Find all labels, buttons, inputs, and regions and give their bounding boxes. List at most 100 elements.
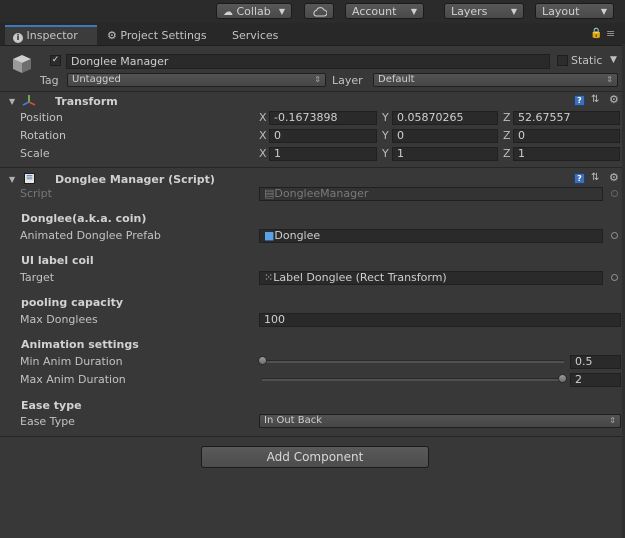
top-toolbar: ☁ Collab ▼ Account ▼ Layers ▼ Layout ▼	[0, 0, 625, 23]
layer-label: Layer	[332, 74, 363, 87]
object-picker-icon	[611, 190, 618, 197]
chevron-down-icon[interactable]: ▼	[610, 55, 617, 65]
section-header: UI label coil	[21, 254, 94, 267]
help-icon[interactable]: ?	[574, 95, 585, 106]
updown-arrows-icon: ⇕	[606, 75, 613, 84]
animated-prefab-field[interactable]: ■Donglee	[259, 229, 603, 243]
target-field[interactable]: ⁙Label Donglee (Rect Transform)	[259, 271, 603, 285]
add-component-button[interactable]: Add Component	[201, 446, 429, 468]
cloud-button[interactable]	[304, 3, 334, 19]
tag-value: Untagged	[72, 74, 121, 85]
ease-type-value: In Out Back	[264, 415, 323, 426]
gear-icon[interactable]: ⚙	[609, 171, 619, 184]
max-anim-duration-field[interactable]: 2	[570, 373, 621, 387]
script-component-title[interactable]: Donglee Manager (Script)	[55, 173, 215, 186]
min-anim-duration-slider-thumb[interactable]	[258, 356, 267, 365]
layer-dropdown[interactable]: Default ⇕	[373, 73, 618, 87]
rotation-y-field[interactable]: 0	[392, 129, 498, 143]
object-name-field[interactable]: Donglee Manager	[66, 54, 550, 69]
layout-dropdown[interactable]: Layout ▼	[535, 3, 614, 19]
position-z-field[interactable]: 52.67557	[513, 111, 620, 125]
rotation-z-field[interactable]: 0	[513, 129, 620, 143]
y-axis-label[interactable]: Y	[382, 111, 389, 124]
cloud-upload-icon: ☁	[223, 7, 233, 18]
tab-services-label: Services	[232, 29, 279, 42]
section-header: Animation settings	[21, 338, 139, 351]
layers-dropdown[interactable]: Layers ▼	[444, 3, 524, 19]
section-header: pooling capacity	[21, 296, 124, 309]
tab-project-settings[interactable]: ⚙ Project Settings	[104, 27, 219, 45]
max-donglees-field[interactable]: 100	[259, 313, 621, 327]
transform-axes-icon	[22, 95, 36, 106]
section-header: Donglee(a.k.a. coin)	[21, 212, 147, 225]
lock-icon[interactable]: 🔒	[590, 28, 602, 39]
x-axis-label[interactable]: X	[259, 129, 267, 142]
x-axis-label[interactable]: X	[259, 147, 267, 160]
ease-type-label: Ease Type	[20, 415, 75, 428]
layout-label: Layout	[542, 5, 580, 18]
z-axis-label[interactable]: Z	[503, 111, 511, 124]
tab-project-settings-label: Project Settings	[120, 29, 207, 42]
y-axis-label[interactable]: Y	[382, 147, 389, 160]
scale-y-field[interactable]: 1	[392, 147, 498, 161]
x-axis-label[interactable]: X	[259, 111, 267, 124]
account-button[interactable]: Account ▼	[345, 3, 424, 19]
gameobject-cube-icon	[13, 55, 31, 73]
chevron-down-icon: ▼	[410, 7, 417, 16]
position-x-field[interactable]: -0.1673898	[269, 111, 377, 125]
cloud-icon	[313, 7, 327, 17]
max-donglees-label: Max Donglees	[20, 313, 98, 326]
collab-button[interactable]: ☁ Collab ▼	[216, 3, 292, 19]
layer-value: Default	[378, 74, 415, 85]
scale-label: Scale	[20, 147, 50, 160]
min-anim-duration-slider-track[interactable]	[262, 360, 564, 363]
script-label: Script	[20, 187, 52, 200]
foldout-arrow-icon[interactable]: ▼	[9, 175, 15, 184]
ease-type-dropdown[interactable]: In Out Back ⇕	[259, 414, 621, 428]
max-anim-duration-slider-track[interactable]	[262, 378, 564, 381]
min-anim-duration-field[interactable]: 0.5	[570, 355, 621, 369]
divider	[0, 436, 625, 437]
scale-x-field[interactable]: 1	[269, 147, 377, 161]
tab-bar: i Inspector ⚙ Project Settings Services …	[0, 23, 625, 46]
object-picker-icon[interactable]	[611, 232, 618, 239]
foldout-arrow-icon[interactable]: ▼	[9, 97, 15, 106]
scale-z-field[interactable]: 1	[513, 147, 620, 161]
tab-inspector-label: Inspector	[26, 29, 78, 42]
target-label: Target	[20, 271, 55, 284]
tag-dropdown[interactable]: Untagged ⇕	[67, 73, 326, 87]
tab-inspector[interactable]: i Inspector	[5, 25, 97, 45]
section-header: Ease type	[21, 399, 82, 412]
z-axis-label[interactable]: Z	[503, 147, 511, 160]
z-axis-label[interactable]: Z	[503, 129, 511, 142]
script-file-icon: ▤	[264, 187, 275, 200]
help-icon[interactable]: ?	[574, 173, 585, 184]
presets-icon[interactable]: ⇅	[591, 172, 599, 183]
menu-icon[interactable]: ≡	[606, 27, 615, 40]
chevron-down-icon: ▼	[600, 7, 607, 16]
min-anim-duration-label: Min Anim Duration	[20, 355, 123, 368]
tab-services[interactable]: Services	[232, 27, 292, 45]
static-checkbox[interactable]	[557, 55, 568, 66]
gear-icon[interactable]: ⚙	[609, 93, 619, 106]
active-checkbox[interactable]: ✓	[50, 55, 61, 66]
y-axis-label[interactable]: Y	[382, 129, 389, 142]
updown-arrows-icon: ⇕	[314, 75, 321, 84]
presets-icon[interactable]: ⇅	[591, 94, 599, 105]
collab-label: Collab	[236, 5, 271, 18]
rotation-label: Rotation	[20, 129, 67, 142]
rotation-x-field[interactable]: 0	[269, 129, 377, 143]
chevron-down-icon: ▼	[510, 7, 517, 16]
divider	[0, 167, 625, 168]
max-anim-duration-slider-thumb[interactable]	[558, 374, 567, 383]
updown-arrows-icon: ⇕	[609, 416, 616, 425]
info-icon: i	[13, 33, 23, 43]
gear-icon: ⚙	[107, 29, 117, 42]
transform-title[interactable]: Transform	[55, 95, 118, 108]
object-picker-icon[interactable]	[611, 274, 618, 281]
position-y-field[interactable]: 0.05870265	[392, 111, 498, 125]
chevron-down-icon: ▼	[278, 7, 285, 16]
position-label: Position	[20, 111, 63, 124]
target-value: Label Donglee (Rect Transform)	[273, 271, 447, 284]
script-file-icon[interactable]: ≡	[24, 173, 35, 184]
